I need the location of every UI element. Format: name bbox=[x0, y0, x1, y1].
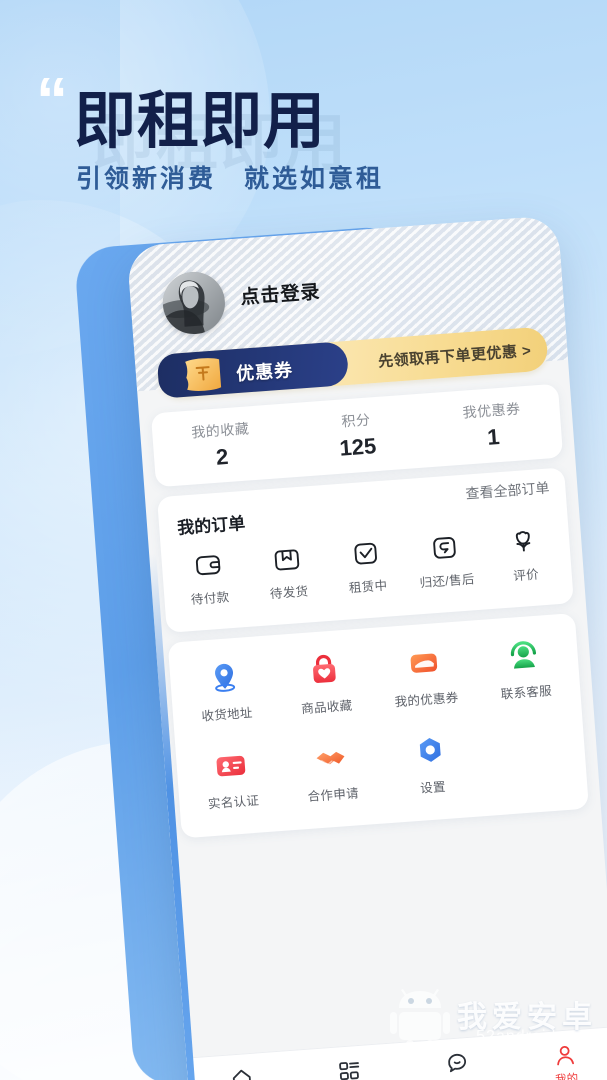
nav-item-home[interactable]: 首页 bbox=[187, 1061, 298, 1080]
watermark-domain: 52android.com bbox=[476, 1028, 595, 1045]
return-icon bbox=[404, 525, 486, 569]
id-card-icon bbox=[179, 739, 282, 792]
service-label: 联系客服 bbox=[500, 683, 553, 702]
order-label: 待付款 bbox=[190, 590, 230, 608]
service-label: 实名认证 bbox=[207, 793, 260, 812]
service-settings[interactable]: 设置 bbox=[379, 724, 484, 799]
home-icon bbox=[187, 1061, 297, 1080]
check-square-icon bbox=[325, 531, 407, 575]
wallet-icon bbox=[167, 543, 249, 587]
headset-person-icon bbox=[472, 629, 575, 682]
order-label: 租赁中 bbox=[348, 578, 388, 596]
stat-value: 1 bbox=[486, 424, 501, 450]
service-partnership-application[interactable]: 合作申请 bbox=[279, 732, 384, 807]
screenshot-root: “ 即租即用 即租即用 引领新消费 就选如意租 点击登录 先领取再下单更优惠 >… bbox=[0, 0, 607, 1080]
handshake-icon bbox=[279, 732, 382, 785]
order-label: 评价 bbox=[512, 567, 540, 584]
map-pin-icon bbox=[173, 651, 276, 704]
order-status-pending-shipment[interactable]: 待发货 bbox=[246, 537, 329, 604]
order-label: 归还/售后 bbox=[419, 572, 476, 591]
order-status-pending-payment[interactable]: 待付款 bbox=[167, 543, 250, 610]
service-label: 商品收藏 bbox=[300, 698, 353, 717]
stat-favorites[interactable]: 我的收藏 2 bbox=[151, 404, 292, 488]
ticket-icon bbox=[185, 358, 222, 391]
service-empty-slot bbox=[478, 717, 583, 792]
orders-title: 我的订单 bbox=[176, 513, 246, 538]
hero-title: 即租即用 bbox=[74, 87, 327, 156]
quote-mark-icon: “ bbox=[36, 64, 68, 136]
coupon-card-icon bbox=[372, 637, 475, 690]
service-identity-verification[interactable]: 实名认证 bbox=[179, 739, 284, 814]
services-grid-row-2: 实名认证 合作申请 设置 bbox=[179, 717, 583, 814]
order-status-return-aftersale[interactable]: 归还/售后 bbox=[404, 525, 487, 592]
service-contact-support[interactable]: 联系客服 bbox=[472, 629, 577, 704]
coupon-badge-label: 优惠券 bbox=[235, 359, 294, 385]
hero-subtitle: 引领新消费 就选如意租 bbox=[76, 165, 385, 193]
phone-screen: 点击登录 先领取再下单更优惠 > 优惠券 我的收藏 2 积分 125 我优惠券 … bbox=[126, 215, 607, 1080]
android-robot-icon bbox=[390, 989, 450, 1054]
order-status-review[interactable]: 评价 bbox=[483, 520, 566, 587]
order-label: 待发货 bbox=[269, 584, 309, 602]
gear-hex-icon bbox=[379, 724, 482, 777]
box-icon bbox=[246, 537, 328, 581]
service-label: 合作申请 bbox=[307, 786, 360, 805]
orders-card: 我的订单 查看全部订单 待付款 待发货 租赁中 归还/售后 评价 bbox=[157, 467, 574, 633]
order-status-renting[interactable]: 租赁中 bbox=[325, 531, 408, 598]
watermark: 我爱安卓 52android.com bbox=[361, 986, 601, 1062]
phone-mockup: 点击登录 先领取再下单更优惠 > 优惠券 我的收藏 2 积分 125 我优惠券 … bbox=[126, 215, 607, 1080]
view-all-orders-link[interactable]: 查看全部订单 bbox=[465, 478, 550, 504]
service-label: 收货地址 bbox=[201, 705, 254, 724]
service-product-favorites[interactable]: 商品收藏 bbox=[273, 644, 378, 719]
service-label: 设置 bbox=[419, 779, 447, 796]
stat-points[interactable]: 积分 125 bbox=[286, 394, 427, 478]
service-my-coupons[interactable]: 我的优惠券 bbox=[372, 637, 477, 712]
stat-value: 125 bbox=[338, 433, 378, 461]
service-label: 我的优惠券 bbox=[394, 690, 460, 710]
stat-coupons[interactable]: 我优惠券 1 bbox=[422, 384, 563, 468]
bag-heart-icon bbox=[273, 644, 376, 697]
services-grid-card: 收货地址 商品收藏 我的优惠券 联系客服 实名认证 合作申请 设置 bbox=[167, 612, 589, 839]
flower-icon bbox=[483, 520, 565, 564]
stat-value: 2 bbox=[215, 443, 230, 470]
service-shipping-address[interactable]: 收货地址 bbox=[173, 651, 278, 726]
services-grid-row-1: 收货地址 商品收藏 我的优惠券 联系客服 bbox=[173, 629, 577, 726]
hero-title-wrap: 即租即用 即租即用 bbox=[74, 70, 346, 178]
